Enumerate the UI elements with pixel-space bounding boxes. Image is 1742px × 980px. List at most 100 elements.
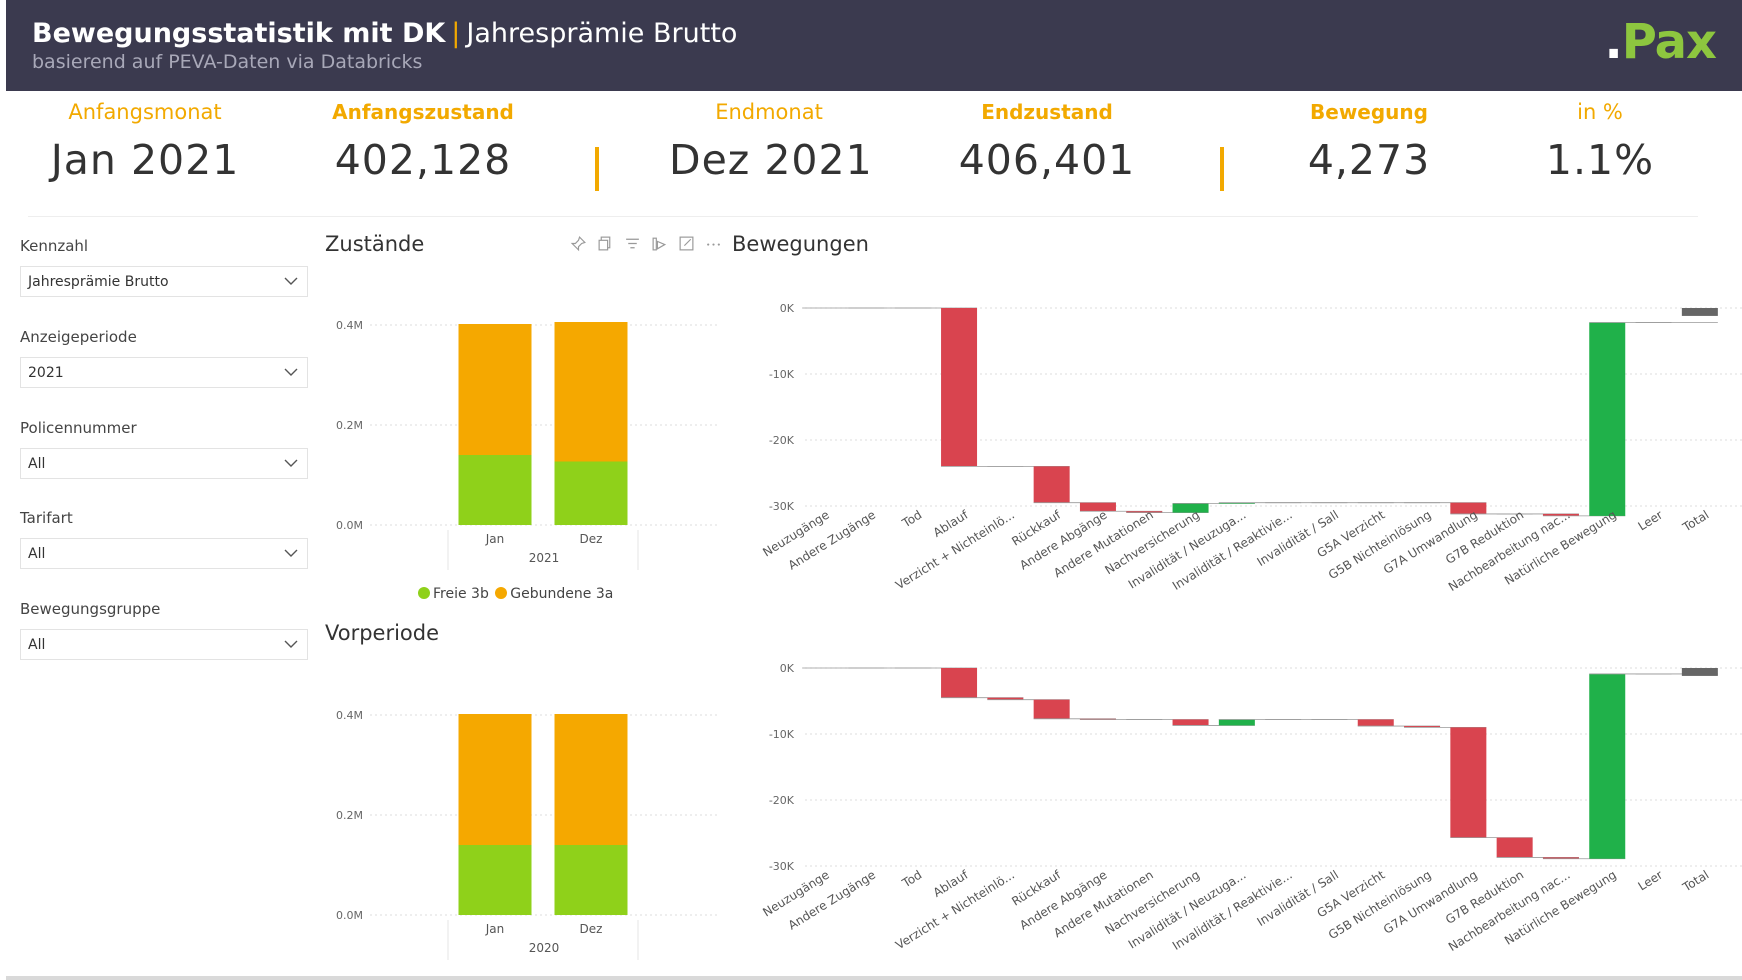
bar-segment [554, 845, 628, 915]
y-tick-label: 0K [780, 302, 795, 315]
kpi-label: Anfangszustand [332, 100, 514, 124]
kennzahl-dropdown[interactable]: Jahresprämie Brutto [20, 266, 308, 297]
dropdown-value: All [28, 546, 46, 562]
bar-segment [458, 845, 532, 915]
title-main: Bewegungsstatistik mit DK [32, 18, 446, 49]
slicer-policennummer: Policennummer All [20, 419, 308, 479]
legend-swatch [418, 587, 430, 599]
group-label: 2021 [529, 551, 560, 565]
chevron-down-icon [284, 459, 298, 467]
logo-dot: . [1604, 14, 1623, 70]
slicer-kennzahl: Kennzahl Jahresprämie Brutto [20, 237, 308, 297]
chevron-down-icon [284, 368, 298, 376]
bar-segment [554, 322, 628, 462]
legend-swatch [495, 587, 508, 599]
waterfall-bar [1681, 308, 1718, 316]
title-separator: | [451, 18, 461, 49]
slicer-label: Tarifart [20, 509, 73, 527]
kpi-value: 1.1% [1545, 136, 1655, 184]
kpi-divider [28, 216, 1698, 217]
y-tick-label: 0.2M [336, 809, 363, 822]
kpi-separator [1220, 147, 1224, 191]
waterfall-bar [1589, 673, 1626, 859]
legend-item-freie[interactable]: Freie 3b [418, 586, 489, 602]
pax-logo: .Pax [1604, 14, 1717, 70]
waterfall-bar [1589, 322, 1626, 516]
group-label: 2020 [529, 941, 560, 955]
y-tick-label: -10K [769, 728, 795, 741]
report-subtitle: basierend auf PEVA-Daten via Databricks [32, 51, 423, 73]
chevron-down-icon [284, 549, 298, 557]
bewegungen-chart: 0K-10K-20K-30KNeuzugängeAndere Zugänge To… [760, 302, 1742, 594]
anzeigeperiode-dropdown[interactable]: 2021 [20, 357, 308, 388]
legend-label: Freie 3b [433, 586, 489, 602]
zustaende-chart: 0.0M 0.2M 0.4M Jan Dez 2021 [336, 319, 720, 570]
x-tick-label: Jan [485, 922, 505, 936]
kpi-value: 4,273 [1307, 136, 1431, 184]
x-tick-label: Leer [1636, 508, 1666, 534]
x-tick-label: Dez [580, 922, 603, 936]
y-tick-label: 0K [780, 662, 795, 675]
x-tick-label: Tod [899, 508, 924, 531]
bewegungsgruppe-dropdown[interactable]: All [20, 629, 308, 660]
slicer-bewegungsgruppe: Bewegungsgruppe All [20, 600, 308, 660]
kpi-endzustand: Endzustand 406,401 [947, 100, 1147, 184]
y-tick-label: 0.2M [336, 419, 363, 432]
slicer-label: Anzeigeperiode [20, 328, 137, 346]
kpi-separator [595, 147, 599, 191]
kpi-value: Dez 2021 [669, 136, 873, 184]
slicer-label: Policennummer [20, 419, 137, 437]
page-bottom-edge [6, 976, 1742, 980]
x-tick-label: Andere Zugänge [786, 508, 878, 573]
dropdown-value: 2021 [28, 365, 64, 381]
y-tick-label: 0.0M [336, 909, 363, 922]
legend-item-gebundene[interactable]: Gebundene 3a [495, 586, 613, 602]
y-tick-label: -10K [769, 368, 795, 381]
policennummer-dropdown[interactable]: All [20, 448, 308, 479]
slicer-anzeigeperiode: Anzeigeperiode 2021 [20, 328, 308, 388]
spotlight-icon[interactable] [651, 235, 668, 252]
y-tick-label: -30K [769, 860, 795, 873]
report-title: Bewegungsstatistik mit DK | Jahresprämie B… [32, 18, 737, 49]
more-options-icon[interactable] [705, 235, 722, 252]
kpi-endmonat: Endmonat Dez 2021 [669, 100, 873, 184]
bewegungen-vorperiode-chart: 0K-10K-20K-30KNeuzugängeAndere Zugänge To… [760, 662, 1742, 954]
visual-toolbar [570, 235, 722, 252]
kpi-bewegung: Bewegung 4,273 [1269, 100, 1469, 184]
y-tick-label: 0.4M [336, 709, 363, 722]
waterfall-bar [1681, 668, 1718, 676]
x-tick-label: Andere Zugänge [786, 868, 878, 933]
slicer-tarifart: Tarifart All [20, 509, 308, 569]
slicer-label: Kennzahl [20, 237, 89, 255]
kpi-value: Jan 2021 [50, 136, 240, 184]
kpi-label: Endzustand [981, 100, 1113, 124]
kpi-label: Anfangsmonat [68, 100, 222, 124]
x-tick-label: Invalidität / Sall [1255, 508, 1342, 569]
bewegungen-title: Bewegungen [732, 232, 869, 256]
chevron-down-icon [284, 277, 298, 285]
vorperiode-title: Vorperiode [325, 621, 440, 645]
kpi-prozent: in % 1.1% [1500, 100, 1700, 184]
waterfall-bar [1033, 699, 1070, 719]
chevron-down-icon [284, 640, 298, 648]
bar-segment [554, 461, 628, 525]
waterfall-bar [1033, 466, 1070, 503]
waterfall-bar [941, 308, 978, 467]
tarifart-dropdown[interactable]: All [20, 538, 308, 569]
kpi-value: 402,128 [334, 136, 512, 184]
filter-icon[interactable] [624, 235, 641, 252]
y-tick-label: 0.4M [336, 319, 363, 332]
x-tick-label: Total [1679, 868, 1711, 895]
bar-segment [458, 714, 532, 845]
bar-segment [458, 455, 532, 525]
kpi-anfangsmonat: Anfangsmonat Jan 2021 [45, 100, 245, 184]
waterfall-bar [1450, 727, 1487, 838]
waterfall-bar [1172, 719, 1209, 726]
pin-icon[interactable] [570, 235, 587, 252]
y-tick-label: -30K [769, 500, 795, 513]
copy-icon[interactable] [597, 235, 614, 252]
waterfall-bar [1496, 837, 1533, 858]
waterfall-bar [941, 668, 978, 698]
kpi-label: Endmonat [715, 100, 823, 124]
focus-mode-icon[interactable] [678, 235, 695, 252]
